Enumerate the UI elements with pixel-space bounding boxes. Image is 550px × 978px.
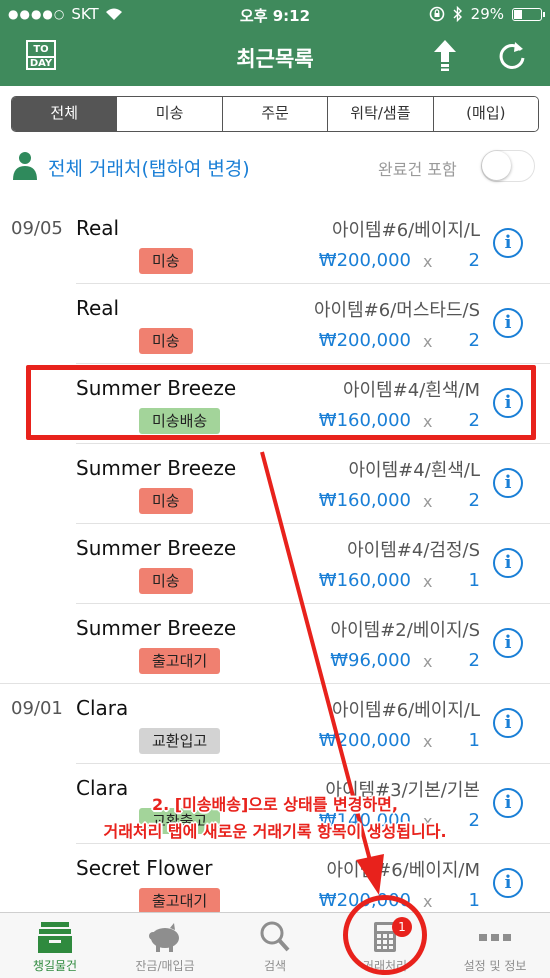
filter-row: 전체 거래처(탭하여 변경) 완료건 포함 [0,145,550,189]
tab-search[interactable]: 검색 [220,913,330,978]
row-client-name: Secret Flower [76,856,213,880]
row-multiply-sign: x [423,332,433,351]
list-item[interactable]: 09/05 Real 아이템#6/베이지/L 미송 ₩200,000 x 2 i [0,204,550,284]
row-item: 아이템#6/베이지/L [331,700,480,721]
info-icon[interactable]: i [493,708,523,738]
tab-bar: 챙길물건 잔금/매입금 검색 1 거래처리 설정 및 정보 [0,912,550,978]
info-icon[interactable]: i [493,228,523,258]
status-right: 29% [429,5,545,23]
row-quantity: 1 [468,730,480,751]
row-quantity: 2 [468,650,480,671]
segment-3[interactable]: 위탁/샘플 [328,97,434,131]
row-client-name: Real [76,216,120,240]
segment-4[interactable]: (매입) [433,97,538,131]
row-price: ₩160,000 [318,570,411,591]
refresh-icon[interactable] [495,38,529,72]
row-client-name: Summer Breeze [76,536,237,560]
client-filter-button[interactable]: 전체 거래처(탭하여 변경) [48,154,250,181]
nav-bar: TO DAY 최근목록 [0,28,550,86]
list-item[interactable]: 09/01 Clara 아이템#6/베이지/L 교환입고 ₩200,000 x 1 i [0,684,550,764]
status-badge[interactable]: 교환입고 [139,728,221,754]
tab-highlight-circle [343,895,427,975]
row-multiply-sign: x [423,572,433,591]
tab-label: 챙길물건 [32,959,78,973]
row-multiply-sign: x [423,892,433,911]
upload-arrow-icon[interactable] [430,38,460,72]
row-quantity: 2 [468,250,480,271]
row-multiply-sign: x [423,492,433,511]
row-multiply-sign: x [423,252,433,271]
row-client-name: Summer Breeze [76,456,237,480]
row-price: ₩200,000 [318,330,411,351]
battery-percent: 29% [470,5,504,23]
row-item: 아이템#4/검정/S [347,540,480,561]
list-item[interactable]: Summer Breeze 아이템#2/베이지/S 출고대기 ₩96,000 x 2 i [0,604,550,684]
row-item: 아이템#2/베이지/S [330,620,480,641]
search-icon [260,921,290,952]
highlight-box [26,365,536,440]
status-badge[interactable]: 미송 [139,488,193,514]
rotation-lock-icon [429,6,444,22]
status-badge[interactable]: 출고대기 [139,888,221,914]
row-date: 09/05 [11,218,63,239]
info-icon[interactable]: i [493,548,523,578]
status-badge[interactable]: 미송 [139,248,193,274]
row-price: ₩96,000 [330,650,411,671]
row-price: ₩160,000 [318,490,411,511]
include-completed-label: 완료건 포함 [378,160,457,179]
row-item: 아이템#6/베이지/L [331,220,480,241]
piggy-bank-icon [149,923,179,952]
info-icon[interactable]: i [493,468,523,498]
transaction-list: 09/05 Real 아이템#6/베이지/L 미송 ₩200,000 x 2 i Real 아이템… [0,204,550,924]
segment-2[interactable]: 주문 [222,97,329,131]
row-client-name: Summer Breeze [76,616,237,640]
page-title: 최근목록 [236,47,314,71]
tab-label: 검색 [263,959,287,973]
row-quantity: 2 [468,490,480,511]
tab-pickup-items[interactable]: 챙길물건 [0,913,110,978]
list-item[interactable]: Summer Breeze 아이템#4/검정/S 미송 ₩160,000 x 1 i [0,524,550,604]
bluetooth-icon [453,6,462,22]
annotation-line1: 2. [미송배송]으로 상태를 변경하면, [152,795,398,814]
row-item: 아이템#6/머스타드/S [313,300,480,321]
segment-1[interactable]: 미송 [117,97,223,131]
tab-balance[interactable]: 잔금/매입금 [110,913,220,978]
more-icon [479,934,511,941]
status-bar: ●●●●○ SKT 오후 9:12 29% [0,0,550,28]
tab-label: 설정 및 정보 [463,959,527,973]
row-price: ₩200,000 [318,250,411,271]
toggle-knob [482,151,511,180]
annotation-line2: 거래처리 탭에 새로운 거래기록 항목이 생성됩니다. [103,822,447,841]
row-price: ₩200,000 [318,730,411,751]
info-icon[interactable]: i [493,308,523,338]
status-badge[interactable]: 출고대기 [139,648,221,674]
row-item: 아이템#4/흰색/L [348,460,481,481]
row-quantity: 1 [468,570,480,591]
battery-icon [512,7,545,21]
info-icon[interactable]: i [493,628,523,658]
segment-0[interactable]: 전체 [12,97,118,131]
person-icon[interactable] [12,151,38,181]
segmented-control: 전체 미송 주문 위탁/샘플 (매입) [11,96,539,132]
box-icon [38,922,72,953]
list-item[interactable]: Summer Breeze 아이템#4/흰색/L 미송 ₩160,000 x 2 i [0,444,550,524]
info-icon[interactable]: i [493,868,523,898]
row-multiply-sign: x [423,652,433,671]
row-client-name: Real [76,296,120,320]
row-client-name: Clara [76,696,129,720]
row-quantity: 1 [468,890,480,911]
row-date: 09/01 [11,698,63,719]
include-completed-toggle[interactable] [481,150,535,182]
tab-label: 잔금/매입금 [135,959,195,973]
row-quantity: 2 [468,330,480,351]
row-multiply-sign: x [423,732,433,751]
status-badge[interactable]: 미송 [139,568,193,594]
tab-settings[interactable]: 설정 및 정보 [440,913,550,978]
list-item[interactable]: Real 아이템#6/머스타드/S 미송 ₩200,000 x 2 i [0,284,550,364]
row-item: 아이템#6/베이지/M [326,860,480,881]
status-badge[interactable]: 미송 [139,328,193,354]
